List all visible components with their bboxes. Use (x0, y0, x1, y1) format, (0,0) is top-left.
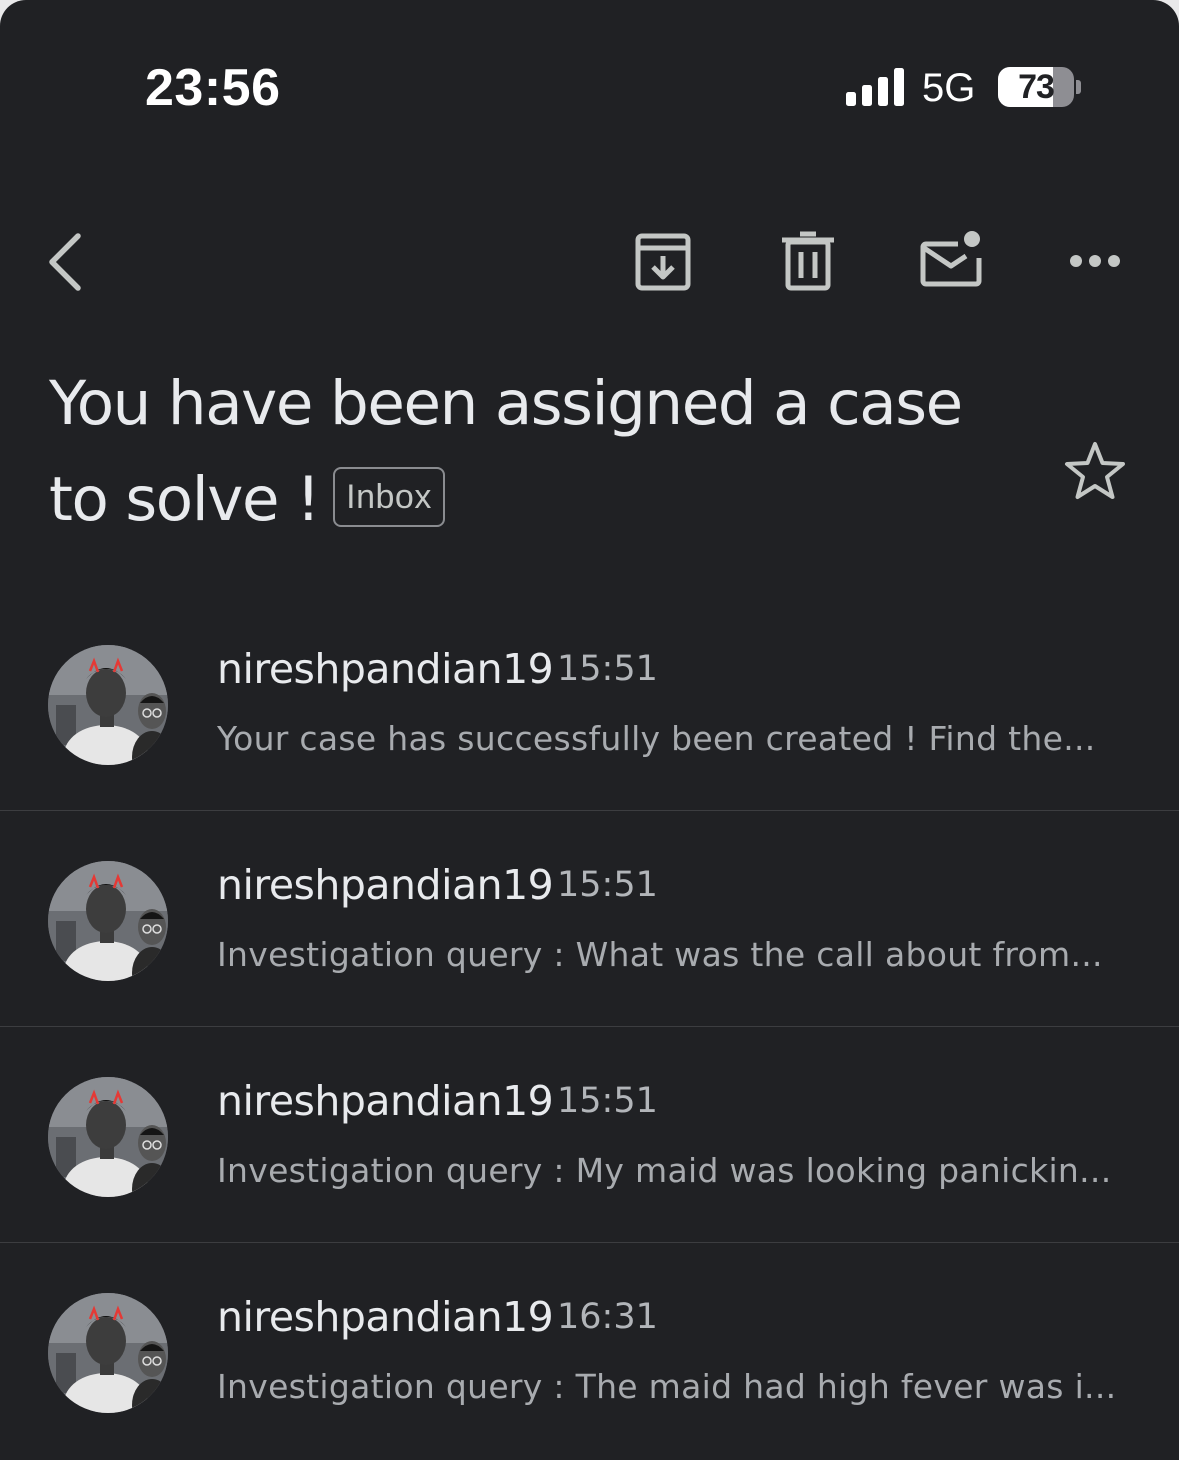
avatar-photo (48, 1293, 168, 1413)
archive-button[interactable] (630, 230, 696, 294)
star-button[interactable] (1062, 438, 1128, 504)
message-snippet: Investigation query : The maid had high … (217, 1367, 1117, 1406)
message-row[interactable]: nireshpandian19 15:51 Investigation query … (0, 811, 1179, 1027)
more-horizontal-icon (1070, 255, 1120, 267)
message-row[interactable]: nireshpandian19 15:51 Investigation query … (0, 1027, 1179, 1243)
inbox-label-chip[interactable]: Inbox (333, 467, 445, 528)
trash-icon (782, 231, 834, 291)
mark-unread-icon (920, 231, 982, 287)
message-snippet: Investigation query : My maid was lookin… (217, 1151, 1112, 1190)
archive-icon (635, 233, 691, 291)
message-sender: nireshpandian19 (217, 1293, 554, 1341)
star-outline-icon (1065, 442, 1125, 499)
subject-text: You have been assigned a case to solve ! (49, 368, 963, 535)
message-snippet: Your case has successfully been created … (217, 719, 1096, 758)
message-time: 15:51 (557, 1081, 658, 1121)
status-time: 23:56 (145, 59, 281, 117)
sender-avatar[interactable] (48, 645, 168, 765)
message-row[interactable]: nireshpandian19 16:31 Investigation query … (0, 1243, 1179, 1458)
sender-avatar[interactable] (48, 1077, 168, 1197)
network-type: 5G (922, 66, 976, 110)
email-subject: You have been assigned a case to solve !… (49, 356, 1009, 548)
sender-avatar[interactable] (48, 861, 168, 981)
message-sender: nireshpandian19 (217, 1077, 554, 1125)
message-list: nireshpandian19 15:51 Your case has succes… (0, 595, 1179, 1458)
message-snippet: Investigation query : What was the call … (217, 935, 1103, 974)
battery-cap (1076, 80, 1081, 94)
sender-avatar[interactable] (48, 1293, 168, 1413)
back-chevron-icon (49, 233, 81, 291)
avatar-photo (48, 645, 168, 765)
message-time: 15:51 (557, 865, 658, 905)
back-button[interactable] (40, 228, 96, 296)
cellular-signal-icon (846, 68, 904, 106)
message-sender: nireshpandian19 (217, 645, 554, 693)
battery-icon: 73 (998, 67, 1074, 107)
mark-unread-button[interactable] (914, 226, 988, 292)
delete-button[interactable] (778, 230, 838, 294)
message-row[interactable]: nireshpandian19 15:51 Your case has succes… (0, 595, 1179, 811)
avatar-photo (48, 1077, 168, 1197)
battery-percentage: 73 (1018, 68, 1055, 106)
message-time: 15:51 (557, 649, 658, 689)
avatar-photo (48, 861, 168, 981)
message-sender: nireshpandian19 (217, 861, 554, 909)
more-options-button[interactable] (1064, 242, 1128, 280)
message-time: 16:31 (557, 1297, 658, 1337)
email-thread-screen: 23:56 5G 73 You have been assigned a cas… (0, 0, 1179, 1460)
